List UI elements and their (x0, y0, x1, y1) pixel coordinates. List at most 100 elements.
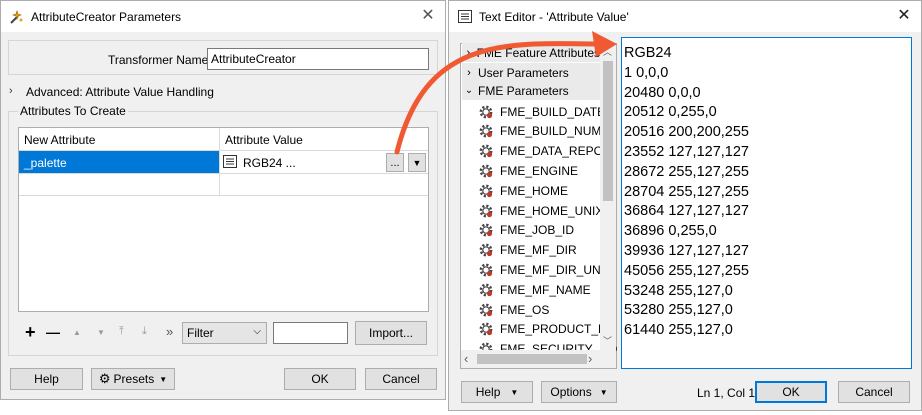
import-button[interactable]: Import... (355, 321, 427, 345)
options-button[interactable]: Options ▼ (541, 381, 617, 403)
cancel-button[interactable]: Cancel (365, 368, 437, 390)
advanced-expander[interactable]: Advanced: Attribute Value Handling (26, 85, 214, 99)
parameter-item[interactable]: FME_JOB_ID (478, 221, 574, 240)
gear-icon (479, 124, 493, 138)
text-line: 39936 127,127,127 (624, 242, 749, 259)
parameter-label: FME_PRODUCT_NA (500, 322, 615, 337)
parameter-item[interactable]: FME_MF_DIR_UNIX (478, 260, 612, 279)
text-content-area[interactable]: RGB24 1 0,0,0 20480 0,0,0 20512 0,255,0 2051… (621, 37, 912, 369)
gear-icon (479, 322, 493, 336)
gear-icon: ⚙ (98, 371, 111, 386)
parameter-item[interactable]: FME_HOME (478, 181, 568, 200)
text-line: 61440 255,127,0 (624, 322, 733, 339)
tree-scroll-thumb[interactable] (603, 61, 613, 201)
transformer-name-input[interactable]: AttributeCreator (207, 48, 429, 70)
tree-node-feature-attributes[interactable]: › FME Feature Attributes (462, 43, 600, 62)
options-label: Options (550, 385, 592, 399)
scroll-up-icon[interactable]: ︿ (603, 45, 612, 58)
parameter-label: FME_JOB_ID (500, 223, 575, 238)
gear-icon (479, 184, 493, 198)
move-up-button[interactable]: ▲ (73, 328, 81, 337)
parameter-label: FME_MF_DIR_UNIX (500, 262, 613, 277)
help-button[interactable]: Help (10, 368, 83, 390)
filter-select-value: Filter (187, 326, 214, 340)
close-icon[interactable]: ✕ (419, 7, 437, 25)
parameter-label: FME_OS (500, 302, 550, 317)
editor-cancel-button[interactable]: Cancel (838, 381, 910, 403)
attributes-group-label: Attributes To Create (18, 104, 128, 118)
move-top-button[interactable]: ⤒ (119, 325, 124, 338)
parameter-item[interactable]: FME_BUILD_DATE (478, 102, 605, 121)
tree-hscroll-thumb[interactable] (477, 354, 587, 364)
transformer-icon (9, 9, 25, 25)
text-line: 36864 127,127,127 (624, 203, 749, 220)
parameter-label: FME_BUILD_DATE (500, 104, 606, 119)
remove-row-button[interactable]: — (46, 324, 60, 340)
triangle-down-icon: ▼ (412, 157, 422, 168)
parameter-item[interactable]: FME_OS (478, 300, 549, 319)
tree-node-label: User Parameters (478, 65, 569, 80)
parameter-item[interactable]: FME_BUILD_NUM (478, 122, 601, 141)
triangle-down-icon: ▼ (159, 374, 168, 384)
tree-node-user-parameters[interactable]: › User Parameters (462, 63, 600, 82)
left-titlebar: AttributeCreator Parameters ✕ (1, 1, 445, 32)
parameter-item[interactable]: FME_MF_DIR (478, 241, 577, 260)
scroll-left-icon[interactable]: ‹ (464, 351, 468, 366)
attribute-name-cell[interactable]: _palette (24, 156, 67, 170)
parameter-item[interactable]: FME_HOME_UNIX (478, 201, 603, 220)
transformer-name-label: Transformer Name: (108, 53, 212, 67)
tree-vertical-scrollbar[interactable]: ︿ ﹀ (600, 44, 616, 350)
more-options-button[interactable]: » (166, 324, 173, 339)
gear-icon (479, 105, 493, 118)
ok-button[interactable]: OK (284, 368, 356, 390)
gear-icon (479, 144, 493, 158)
scroll-down-icon[interactable]: ﹀ (603, 334, 612, 347)
parameter-item[interactable]: FME_MF_NAME (478, 280, 591, 299)
tree-node-fme-parameters[interactable]: ⌄ FME Parameters (462, 81, 600, 100)
gear-icon (479, 164, 493, 178)
gear-icon (479, 303, 493, 316)
filter-text-input[interactable] (273, 322, 348, 344)
chevron-right-icon: › (467, 66, 471, 79)
parameter-label: FME_ENGINE (500, 163, 579, 178)
left-title: AttributeCreator Parameters (31, 9, 182, 24)
parameter-label: FME_HOME_UNIX (500, 203, 604, 218)
row-divider (19, 173, 428, 174)
value-dropdown-button[interactable]: ▼ (408, 153, 426, 172)
presets-label: Presets (113, 372, 155, 386)
gear-icon (479, 223, 493, 237)
text-editor-icon (223, 155, 237, 168)
text-line: 53280 255,127,0 (624, 302, 733, 319)
parameter-label: FME_BUILD_NUM (500, 124, 602, 139)
parameter-item[interactable]: FME_ENGINE (478, 161, 578, 180)
open-editor-button[interactable]: ... (386, 153, 404, 172)
close-icon[interactable]: ✕ (895, 7, 913, 25)
tree-horizontal-scrollbar[interactable]: ‹ › (461, 350, 616, 368)
text-line: 28704 255,127,255 (624, 183, 749, 200)
gear-icon (479, 263, 493, 277)
gear-icon (479, 283, 493, 297)
parameter-label: FME_MF_DIR (500, 243, 577, 258)
tree-node-label: FME Parameters (478, 83, 569, 98)
parameter-label: FME_HOME (500, 183, 569, 198)
attribute-value-cell[interactable]: RGB24 ... (243, 156, 296, 170)
presets-button[interactable]: ⚙ Presets ▼ (91, 368, 175, 390)
gear-icon (479, 204, 493, 217)
parameter-item[interactable]: FME_DATA_REPOSI (478, 142, 614, 161)
editor-ok-button[interactable]: OK (755, 381, 827, 403)
add-row-button[interactable]: + (25, 322, 36, 343)
move-bottom-button[interactable]: ⤓ (142, 325, 147, 338)
move-down-button[interactable]: ▼ (97, 328, 105, 337)
parameter-item[interactable]: FME_PRODUCT_NA (478, 320, 615, 339)
text-line: 20516 200,200,255 (624, 124, 749, 141)
column-header-attribute-value[interactable]: Attribute Value (225, 133, 303, 147)
filter-select[interactable]: Filter ⌵ (182, 322, 267, 344)
column-header-new-attribute[interactable]: New Attribute (24, 133, 95, 147)
scroll-right-icon[interactable]: › (588, 351, 592, 366)
editor-help-button[interactable]: Help ▼ (461, 381, 533, 403)
text-content[interactable]: RGB24 1 0,0,0 20480 0,0,0 20512 0,255,0 2051… (624, 44, 911, 341)
triangle-down-icon: ▼ (599, 387, 608, 397)
text-line: 20512 0,255,0 (624, 104, 717, 121)
text-line: RGB24 (624, 45, 672, 61)
chevron-right-icon[interactable]: › (9, 85, 13, 97)
